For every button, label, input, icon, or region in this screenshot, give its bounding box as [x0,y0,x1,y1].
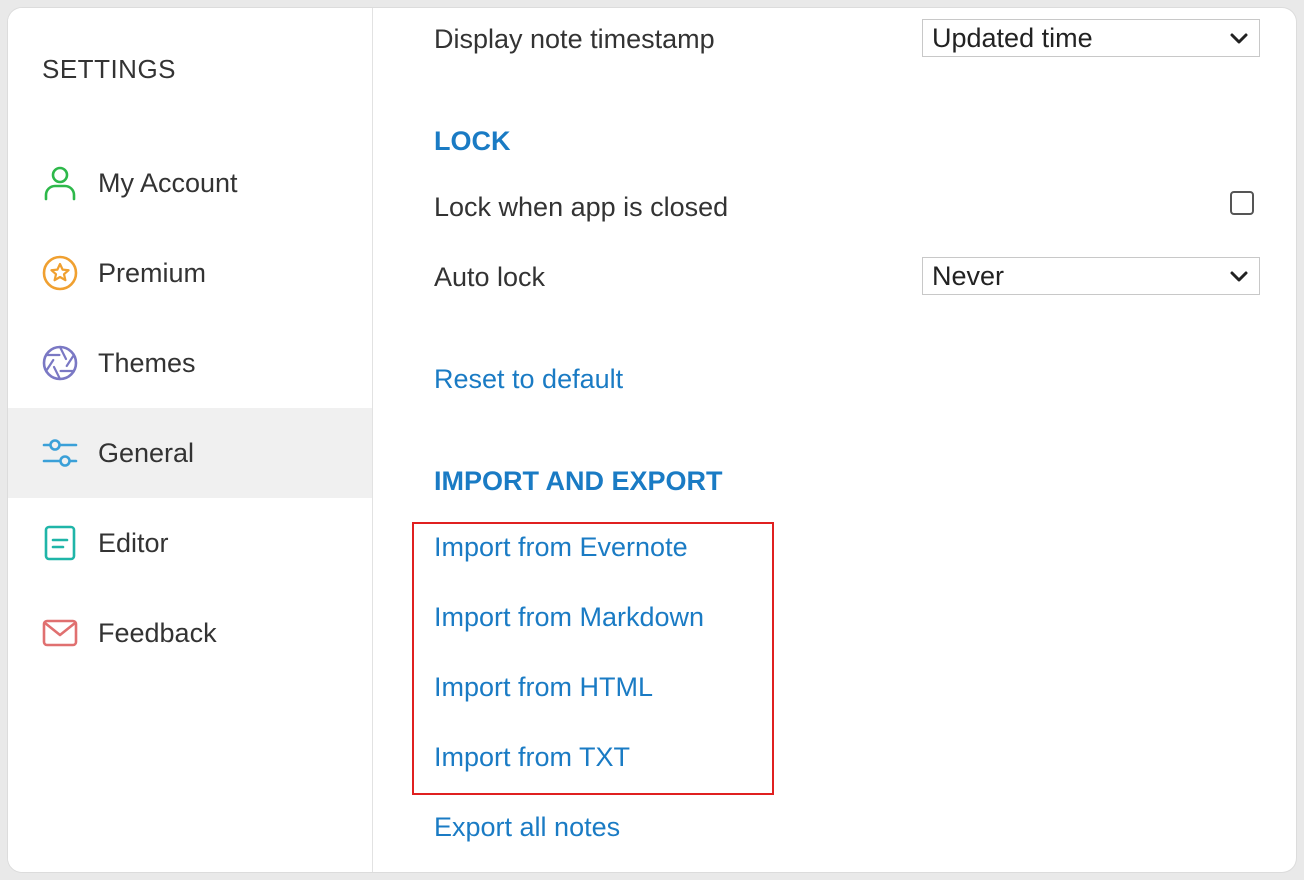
auto-lock-label: Auto lock [434,262,546,292]
sidebar-item-label: General [98,437,195,468]
sidebar-item-my-account[interactable]: My Account [8,138,372,228]
sidebar-item-label: Premium [98,257,207,288]
import-evernote-link[interactable]: Import from Evernote [434,532,688,563]
aperture-icon [42,345,78,381]
reset-to-default-link[interactable]: Reset to default [434,364,623,395]
chevron-down-icon [1227,264,1251,288]
sidebar-item-label: My Account [98,167,238,198]
general-settings-panel: Display note timestamp Updated time LOCK… [373,8,1296,872]
timestamp-select[interactable]: Updated time [922,19,1260,57]
sidebar-item-editor[interactable]: Editor [8,498,372,588]
user-icon [42,165,78,201]
sidebar-item-feedback[interactable]: Feedback [8,588,372,678]
sliders-icon [42,435,78,471]
settings-sidebar: SETTINGS My Account Premium Themes Gener… [8,8,373,872]
sidebar-item-label: Feedback [98,617,217,648]
import-txt-link[interactable]: Import from TXT [434,742,630,773]
sidebar-item-premium[interactable]: Premium [8,228,372,318]
sidebar-item-themes[interactable]: Themes [8,318,372,408]
sidebar-item-label: Editor [98,527,169,558]
import-markdown-link[interactable]: Import from Markdown [434,602,704,633]
export-all-notes-link[interactable]: Export all notes [434,812,620,843]
import-export-section-title: IMPORT AND EXPORT [434,466,723,496]
settings-window: SETTINGS My Account Premium Themes Gener… [8,8,1296,872]
chevron-down-icon [1227,26,1251,50]
timestamp-label: Display note timestamp [434,24,715,54]
lock-section-title: LOCK [434,126,511,156]
lock-when-closed-label: Lock when app is closed [434,192,729,222]
auto-lock-select-value: Never [932,260,1005,291]
import-html-link[interactable]: Import from HTML [434,672,653,703]
mail-icon [42,615,78,651]
sidebar-title: SETTINGS [42,54,177,84]
sidebar-item-general[interactable]: General [8,408,372,498]
timestamp-select-value: Updated time [932,22,1093,53]
sidebar-item-label: Themes [98,347,196,378]
auto-lock-select[interactable]: Never [922,257,1260,295]
star-badge-icon [42,255,78,291]
lock-when-closed-checkbox[interactable] [1230,191,1254,215]
document-icon [42,525,78,561]
